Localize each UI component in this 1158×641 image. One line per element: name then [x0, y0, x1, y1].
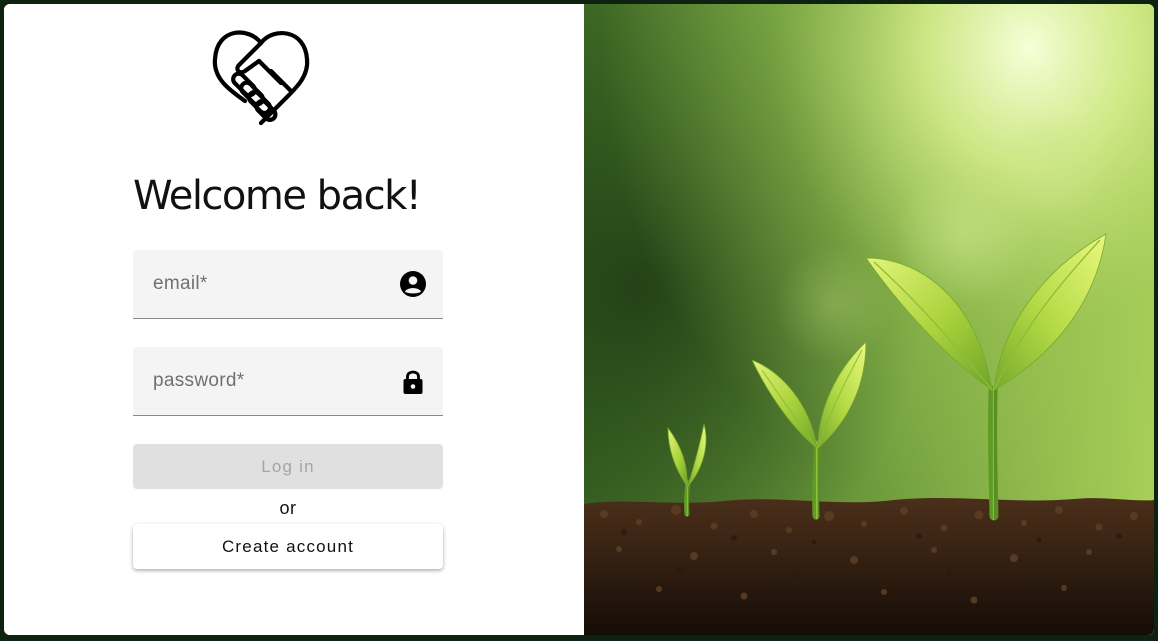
email-field[interactable]: [133, 250, 443, 319]
password-input[interactable]: [133, 347, 443, 415]
heart-handshake-icon: [212, 30, 310, 126]
login-panel: Welcome back! Log in or Create account: [4, 4, 584, 635]
or-separator: or: [279, 498, 297, 518]
login-card: Welcome back! Log in or Create account: [4, 4, 1154, 635]
create-account-button[interactable]: Create account: [133, 524, 443, 569]
email-input[interactable]: [133, 250, 443, 318]
hero-image: [584, 4, 1154, 635]
password-field[interactable]: [133, 347, 443, 416]
page-title: Welcome back!: [133, 173, 422, 219]
seedlings-illustration: [584, 4, 1154, 635]
lock-icon: [403, 370, 423, 394]
account-circle-icon: [400, 271, 426, 297]
login-button[interactable]: Log in: [133, 444, 443, 489]
